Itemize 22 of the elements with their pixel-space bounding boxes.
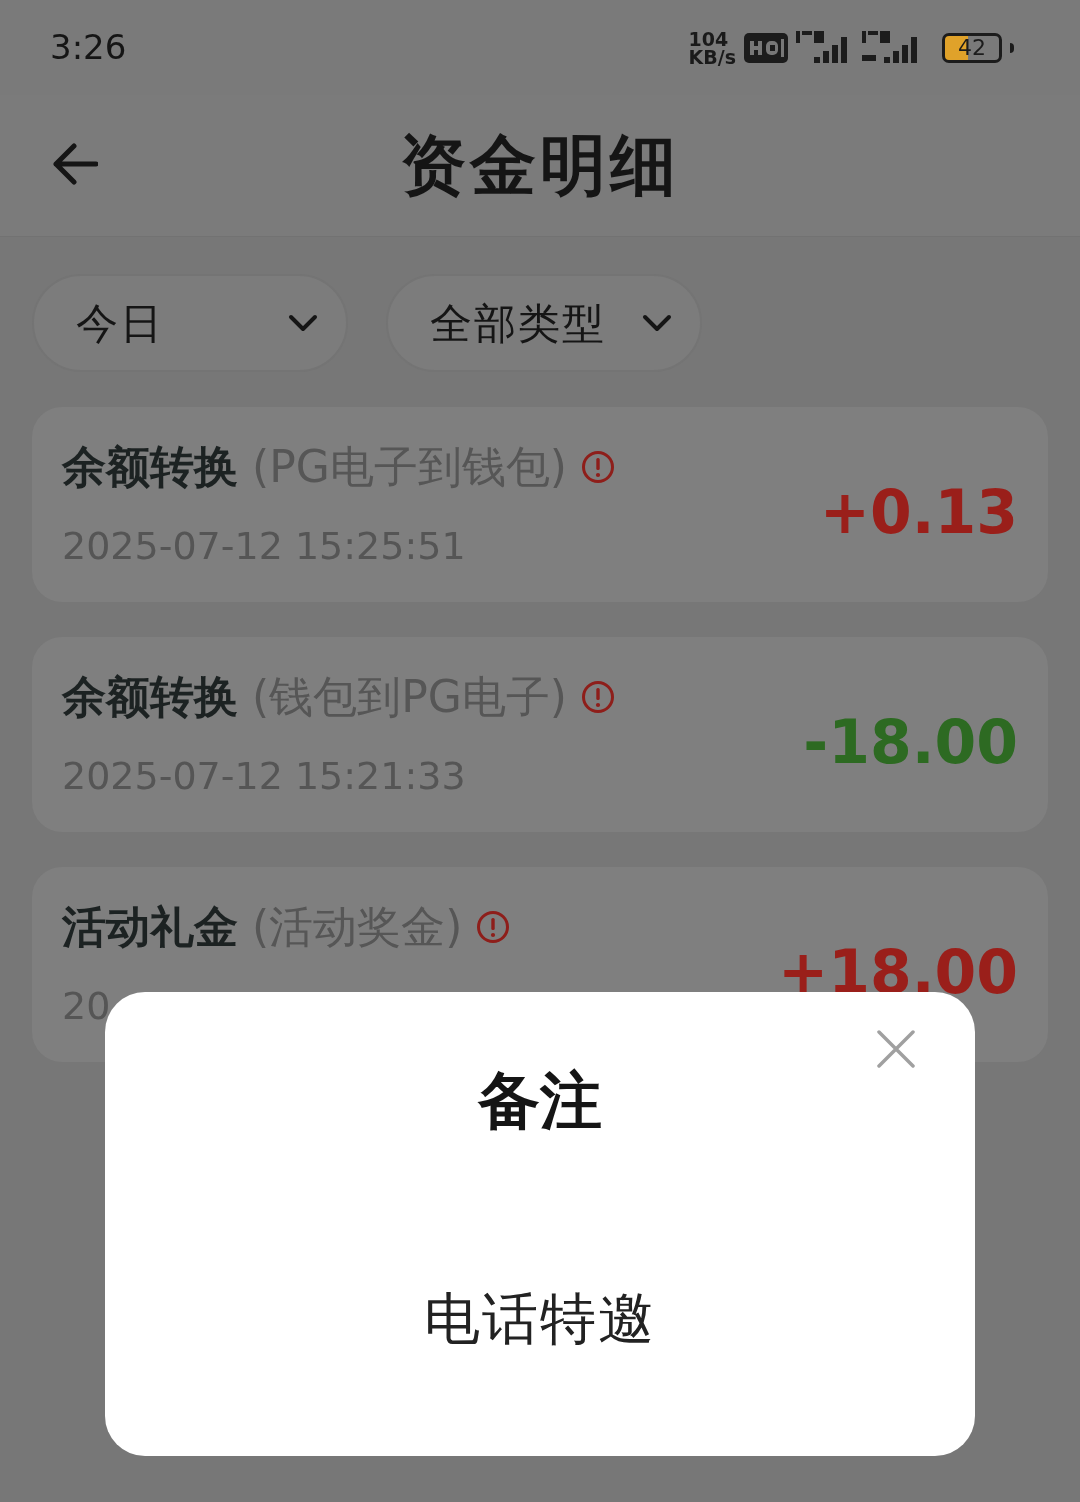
back-arrow-icon[interactable] — [52, 143, 98, 185]
close-icon[interactable] — [877, 1030, 915, 1068]
info-icon[interactable] — [580, 680, 615, 714]
transaction-type: 余额转换 — [62, 670, 238, 724]
transaction-type: 余额转换 — [62, 440, 238, 494]
filter-dropdown[interactable]: 今日 — [32, 274, 348, 372]
chevron-down-icon — [288, 314, 318, 332]
status-time: 3:26 — [50, 26, 127, 69]
dialog-title: 备注 — [478, 1063, 602, 1139]
transaction-amount: +0.13 — [819, 475, 1018, 549]
transaction-amount: -18.00 — [803, 705, 1018, 779]
chevron-down-icon — [642, 314, 672, 332]
transaction-type: 活动礼金 — [62, 900, 238, 954]
info-icon[interactable] — [580, 450, 615, 484]
dialog-message: 电话特邀 — [424, 1285, 656, 1353]
hd-voice-icon — [744, 32, 788, 63]
network-speed-value: 104 — [688, 29, 730, 48]
filter-dropdown[interactable]: 全部类型 — [386, 274, 702, 372]
page-title: 资金明细 — [400, 126, 680, 206]
transaction-amount: +18.00 — [777, 935, 1018, 1009]
info-icon[interactable] — [476, 910, 511, 944]
network-speed-unit: KB/s — [688, 47, 736, 66]
